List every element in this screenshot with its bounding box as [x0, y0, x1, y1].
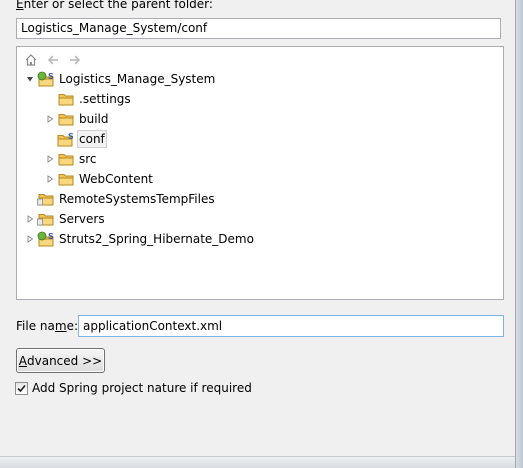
home-icon	[25, 54, 37, 66]
folder-icon	[57, 171, 75, 187]
svg-text:S: S	[48, 232, 54, 241]
tree-item-label: Struts2_Spring_Hibernate_Demo	[59, 232, 254, 246]
tree-item-label: WebContent	[79, 172, 153, 186]
spring-project-icon: S	[37, 231, 55, 247]
project-folder-icon	[37, 191, 55, 207]
spring-nature-checkbox[interactable]	[15, 381, 28, 395]
spring-folder-icon: S	[57, 131, 75, 147]
tree-item-label: Servers	[59, 212, 105, 226]
window-right-edge	[515, 0, 523, 468]
tree-item-logistics-manage-system[interactable]: S Logistics_Manage_System	[25, 69, 216, 89]
tree-item-conf[interactable]: Sconf	[45, 129, 107, 149]
file-name-label: File name:	[16, 318, 78, 334]
advanced-button-mnemonic: A	[18, 353, 27, 368]
parent-folder-label-mnemonic: E	[16, 0, 24, 11]
window-bottom-edge	[0, 456, 515, 468]
tree-item-webcontent[interactable]: WebContent	[45, 169, 154, 189]
tree-item-settings[interactable]: .settings	[45, 89, 132, 109]
tree-item-build[interactable]: build	[45, 109, 110, 129]
advanced-button-label: dvanced >>	[27, 353, 103, 368]
folder-icon	[57, 151, 75, 167]
expand-arrow-icon[interactable]	[25, 69, 35, 89]
spring-nature-option[interactable]: Add Spring project nature if required	[15, 380, 252, 396]
parent-folder-label: Enter or select the parent folder:	[16, 0, 213, 12]
tree-item-label: Logistics_Manage_System	[59, 72, 216, 86]
tree-item-label: conf	[77, 130, 107, 148]
tree-item-label: .settings	[79, 92, 131, 106]
folder-icon	[57, 91, 75, 107]
tree-item-struts2-spring-hibernate-demo[interactable]: S Struts2_Spring_Hibernate_Demo	[25, 229, 255, 249]
parent-folder-input[interactable]: Logistics_Manage_System/conf	[16, 18, 501, 39]
tree-toolbar	[22, 51, 84, 69]
folder-icon	[57, 111, 75, 127]
home-button[interactable]	[22, 51, 40, 69]
tree-item-remotesystemstempfiles[interactable]: RemoteSystemsTempFiles	[25, 189, 216, 209]
back-button[interactable]	[44, 51, 62, 69]
tree-item-servers[interactable]: Servers	[25, 209, 106, 229]
file-name-label-before: File na	[16, 319, 55, 333]
parent-folder-label-rest: nter or select the parent folder:	[23, 0, 213, 11]
collapse-arrow-icon[interactable]	[45, 149, 55, 169]
advanced-button[interactable]: Advanced >>	[16, 348, 105, 373]
folder-tree-panel: S Logistics_Manage_System .settings build Sc…	[16, 46, 504, 300]
new-spring-config-page: Enter or select the parent folder: Logis…	[0, 0, 523, 468]
tree-item-label: RemoteSystemsTempFiles	[59, 192, 215, 206]
collapse-arrow-icon[interactable]	[45, 169, 55, 189]
spring-nature-label: Add Spring project nature if required	[32, 381, 252, 395]
tree-item-label: src	[79, 152, 97, 166]
file-name-label-mnemonic: m	[54, 319, 67, 333]
file-name-input[interactable]: applicationContext.xml	[78, 315, 504, 337]
forward-arrow-icon	[70, 55, 80, 65]
project-folder-icon	[37, 211, 55, 227]
svg-text:S: S	[68, 132, 74, 141]
file-name-label-after: e:	[66, 319, 78, 333]
forward-button[interactable]	[66, 51, 84, 69]
spring-project-icon: S	[37, 71, 55, 87]
checkmark-icon	[17, 384, 26, 392]
collapse-arrow-icon[interactable]	[45, 109, 55, 129]
collapse-arrow-icon[interactable]	[25, 229, 35, 249]
back-arrow-icon	[48, 55, 58, 65]
svg-text:S: S	[48, 72, 54, 81]
tree-item-src[interactable]: src	[45, 149, 98, 169]
collapse-arrow-icon[interactable]	[25, 209, 35, 229]
tree-item-label: build	[79, 112, 109, 126]
